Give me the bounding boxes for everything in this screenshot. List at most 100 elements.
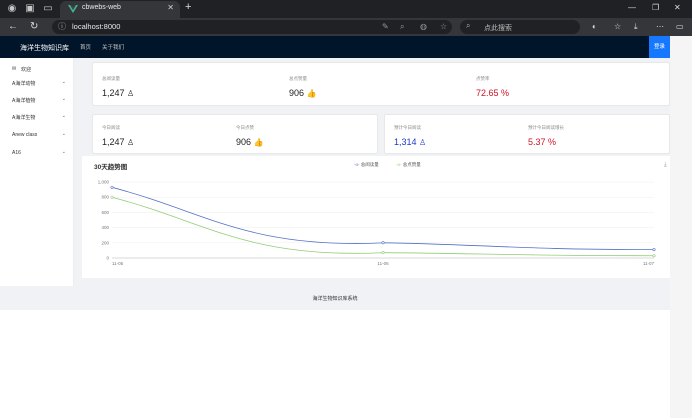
chevron-down-icon: ⌄ <box>61 113 66 119</box>
browser-toolbar: ← ↻ ⓘ localhost:8000 ✎ ⌕ ◍ ☆ ⌕ 点此搜索 ◐ ☆ … <box>0 18 692 36</box>
thumbs-up-icon: 👍 <box>306 89 317 98</box>
bookmark-star-icon[interactable]: ☆ <box>440 22 447 31</box>
stat-value: 1,314 <box>394 137 417 147</box>
stat-value: 906 <box>289 88 305 98</box>
page-scrollbar[interactable] <box>670 36 692 418</box>
sidebar-item-label: Anew class <box>12 132 38 138</box>
stat-label: 总点赞量 <box>289 76 307 81</box>
series-point <box>652 248 656 252</box>
stat-label: 总阅读量 <box>102 76 120 81</box>
y-tick-label: 0 <box>106 256 109 261</box>
sidebar: ✉ 欢迎 A海洋动物 ⌄ A海洋植物 ⌄ A海洋生物 ⌄ Anew class … <box>0 58 74 286</box>
sidebar-item-label: A16 <box>12 150 21 156</box>
sidebar-item-marine-animals[interactable]: A海洋动物 ⌄ <box>0 76 74 90</box>
overview-stats-card: 总阅读量 1,247 ♙ 总点赞量 906 👍 点赞率 72.65 % <box>92 62 670 106</box>
maximize-icon[interactable]: ❐ <box>652 3 659 12</box>
site-info-icon[interactable]: ⓘ <box>58 21 66 32</box>
thumbs-up-icon: 👍 <box>253 138 264 147</box>
sidebar-item-new-class[interactable]: Anew class ⌄ <box>0 128 74 142</box>
extension-icon[interactable]: ◍ <box>420 22 427 31</box>
stat-value: 906 <box>236 137 252 147</box>
workspaces-icon[interactable]: ▣ <box>24 3 36 15</box>
sidebar-toggle-icon[interactable]: ▭ <box>676 22 684 31</box>
edit-icon[interactable]: ✎ <box>382 22 389 31</box>
sidebar-item-label: A海洋植物 <box>12 98 36 104</box>
today-stats-card: 今日阅读 1,247 ♙ 今日点赞 906 👍 <box>92 114 378 154</box>
user-icon: ♙ <box>127 89 135 98</box>
app-logo[interactable]: 海洋生物知识库 <box>20 43 69 53</box>
x-tick-label: 11-05 <box>112 261 124 266</box>
back-icon[interactable]: ← <box>8 21 18 32</box>
stat-label: 今日阅读 <box>102 125 120 130</box>
y-tick-label: 1,000 <box>98 180 110 185</box>
browser-search-box[interactable]: ⌕ 点此搜索 <box>460 20 580 34</box>
more-menu-icon[interactable]: ⋯ <box>656 22 664 31</box>
x-tick-label: 11-06 <box>377 261 389 266</box>
y-tick-label: 400 <box>101 225 109 230</box>
sidebar-item-marine-life[interactable]: A海洋生物 ⌄ <box>0 110 74 124</box>
stat-label: 预计今日阅读 <box>394 125 421 130</box>
footer-text: 海洋生物知识库系统 <box>312 296 358 302</box>
stat-today-likes: 今日点赞 906 👍 <box>236 125 264 147</box>
sidebar-item-label: A海洋生物 <box>12 115 36 121</box>
y-tick-label: 200 <box>101 240 109 245</box>
trend-chart-plot: 0 200 400 600 800 1,000 11-05 11-06 11-07 <box>98 180 656 266</box>
x-tick-label: 11-07 <box>643 261 655 266</box>
nav-home[interactable]: 首页 <box>80 43 91 51</box>
y-tick-label: 800 <box>101 195 109 200</box>
search-placeholder: 点此搜索 <box>484 25 512 32</box>
chevron-down-icon: ⌄ <box>61 149 66 155</box>
series-line <box>111 186 655 251</box>
nav-about[interactable]: 关于我们 <box>102 43 124 51</box>
stat-today-views: 今日阅读 1,247 ♙ <box>102 125 134 147</box>
trend-chart-card: 30天趋势图 -o- 总阅读量 -o- 总点赞量 ⤓ 0 200 400 600 800… <box>82 156 670 278</box>
sidebar-item-16[interactable]: A16 ⌄ <box>0 146 74 160</box>
sidebar-item-label: 欢迎 <box>21 67 32 73</box>
stat-forecast-views: 预计今日阅读 1,314 ♙ <box>394 125 426 147</box>
chevron-down-icon: ⌄ <box>61 96 66 102</box>
tab-actions-icon[interactable]: ▭ <box>42 3 54 15</box>
stat-like-rate: 点赞率 72.65 % <box>476 76 509 98</box>
series-point <box>110 195 114 199</box>
series-point <box>381 251 385 255</box>
profile-icon[interactable]: ◉ <box>6 3 18 15</box>
stat-total-likes: 总点赞量 906 👍 <box>289 76 317 98</box>
url-text[interactable]: localhost:8000 <box>72 22 120 31</box>
browser-extension-icon[interactable]: ◐ <box>592 22 597 31</box>
search-icon: ⌕ <box>466 21 471 30</box>
stat-value: 1,247 <box>102 137 125 147</box>
user-icon: ♙ <box>127 138 135 147</box>
download-icon[interactable]: ⤓ <box>634 22 638 32</box>
y-tick-label: 600 <box>101 210 109 215</box>
sidebar-item-label: A海洋动物 <box>12 81 36 87</box>
stat-value: 1,247 <box>102 88 125 98</box>
minimize-icon[interactable]: — <box>628 3 636 12</box>
sidebar-item-welcome[interactable]: ✉ 欢迎 <box>0 62 74 76</box>
stat-label: 点赞率 <box>476 76 490 81</box>
tab-close-icon[interactable]: ✕ <box>167 3 174 12</box>
browser-tab-strip: ◉ ▣ ▭ cbwebs-web ✕ + — ❐ ✕ <box>0 0 692 18</box>
stat-label: 今日点赞 <box>236 125 254 130</box>
chevron-down-icon: ⌄ <box>61 79 66 85</box>
new-tab-button[interactable]: + <box>185 1 191 13</box>
reload-icon[interactable]: ↻ <box>30 21 38 32</box>
sidebar-item-marine-plants[interactable]: A海洋植物 ⌄ <box>0 93 74 107</box>
favorites-icon[interactable]: ☆ <box>614 22 621 31</box>
zoom-icon[interactable]: ⌕ <box>400 22 404 32</box>
address-bar[interactable]: ⓘ localhost:8000 ✎ ⌕ ◍ ☆ <box>52 20 452 34</box>
window-close-icon[interactable]: ✕ <box>674 3 681 12</box>
stat-forecast-growth: 预计今日阅读增长 5.37 % <box>528 125 564 147</box>
series-point <box>110 185 114 189</box>
series-point <box>381 241 385 245</box>
series-point <box>652 254 656 258</box>
vue-logo-icon <box>68 5 78 13</box>
chevron-down-icon: ⌄ <box>61 131 66 137</box>
mail-icon: ✉ <box>12 66 17 72</box>
browser-tab[interactable]: cbwebs-web ✕ <box>60 1 180 18</box>
stat-value: 5.37 % <box>528 137 557 147</box>
login-button[interactable]: 登录 <box>649 36 670 58</box>
forecast-stats-card: 预计今日阅读 1,314 ♙ 预计今日阅读增长 5.37 % <box>384 114 670 154</box>
stat-total-views: 总阅读量 1,247 ♙ <box>102 76 134 98</box>
tab-title: cbwebs-web <box>82 4 121 11</box>
user-icon: ♙ <box>419 138 427 147</box>
